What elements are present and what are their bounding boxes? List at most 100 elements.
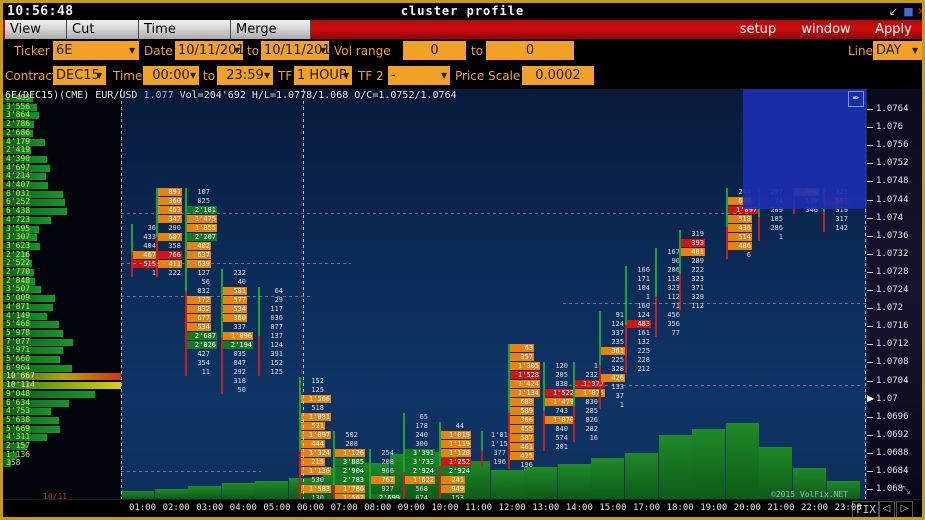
footprint-cell[interactable]: 2'924 bbox=[441, 467, 471, 475]
pencil-icon[interactable]: ✒ bbox=[848, 91, 864, 107]
footprint-cell[interactable]: 215 bbox=[301, 458, 325, 466]
dom-profile-row[interactable]: 2'157 bbox=[3, 442, 121, 450]
footprint-cell[interactable]: 481 bbox=[681, 248, 705, 256]
footprint-cell[interactable]: 185 bbox=[760, 215, 784, 223]
time-from-chevron-down-icon[interactable]: ▼ bbox=[190, 66, 196, 85]
footprint-cell[interactable]: 1'126 bbox=[335, 449, 365, 457]
footprint-cell[interactable]: 521 bbox=[301, 422, 325, 430]
footprint-cell[interactable]: 44 bbox=[441, 422, 465, 430]
footprint-cell[interactable]: 391 bbox=[260, 350, 284, 358]
menu-cut-breaks[interactable]: Cut Breaks bbox=[67, 20, 139, 56]
footprint-cell[interactable]: 286 bbox=[760, 224, 784, 232]
footprint-cell[interactable]: 949 bbox=[441, 485, 465, 493]
footprint-cell[interactable]: 587 bbox=[510, 434, 534, 442]
footprint-cell[interactable]: 1'583 bbox=[301, 485, 331, 493]
footprint-cell[interactable]: 319 bbox=[681, 230, 705, 238]
time-axis[interactable]: 10/11 ©2015 VolFix.NET FIX ◁ ▷ 01:00 02:0… bbox=[3, 490, 922, 517]
footprint-cell[interactable]: 1 bbox=[575, 362, 599, 370]
footprint-cell[interactable]: 172 bbox=[187, 296, 211, 304]
footprint-cell[interactable]: 11 bbox=[187, 368, 211, 376]
footprint-cell[interactable]: 433 bbox=[133, 233, 157, 241]
footprint-cell[interactable]: 2'783 bbox=[335, 476, 365, 484]
dom-profile-row[interactable]: 358 bbox=[3, 459, 121, 468]
dom-profile-row[interactable]: 4'871 bbox=[3, 302, 121, 311]
footprint-cell[interactable]: 3'391 bbox=[405, 449, 435, 457]
footprint-cell[interactable]: 502 bbox=[335, 431, 359, 439]
nav-prev-icon[interactable]: ◁ bbox=[878, 501, 895, 517]
footprint-cell[interactable]: 1'855 bbox=[187, 224, 217, 232]
footprint-cell[interactable]: 137 bbox=[260, 332, 284, 340]
footprint-cell[interactable]: 574 bbox=[545, 434, 569, 442]
footprint-cell[interactable]: 826 bbox=[575, 416, 599, 424]
footprint-cell[interactable]: 966 bbox=[371, 467, 395, 475]
footprint-cell[interactable]: 832 bbox=[187, 287, 211, 295]
date-to-input[interactable]: 10/11/2015 bbox=[261, 41, 329, 60]
maximize-icon[interactable]: ■ bbox=[902, 5, 915, 18]
footprint-cell[interactable]: 461 bbox=[510, 443, 534, 451]
footprint-cell[interactable]: 427 bbox=[187, 350, 211, 358]
footprint-cell[interactable]: 832 bbox=[187, 305, 211, 313]
tf2-chevron-down-icon[interactable]: ▼ bbox=[441, 66, 447, 85]
menu-view-dom[interactable]: View DOM bbox=[5, 20, 67, 56]
footprint-cell[interactable]: 360 bbox=[223, 314, 247, 322]
footprint-cell[interactable]: 289 bbox=[681, 257, 705, 265]
footprint-cell[interactable]: 16 bbox=[575, 434, 599, 442]
footprint-cell[interactable]: 035 bbox=[223, 350, 247, 358]
footprint-cell[interactable]: 743 bbox=[545, 407, 569, 415]
footprint-cell[interactable]: 337 bbox=[601, 329, 625, 337]
footprint-cell[interactable]: 1 bbox=[627, 293, 651, 301]
footprint-cell[interactable]: 292 bbox=[223, 368, 247, 376]
footprint-cell[interactable]: 425 bbox=[510, 452, 534, 460]
date-to-chevron-down-icon[interactable]: ▼ bbox=[320, 41, 326, 60]
footprint-cell[interactable]: 142 bbox=[825, 224, 849, 232]
footprint-cell[interactable]: 036 bbox=[260, 314, 284, 322]
footprint-cell[interactable]: 2'026 bbox=[187, 341, 217, 349]
footprint-cell[interactable]: 847 bbox=[223, 359, 247, 367]
dom-profile-row[interactable]: 3'623 bbox=[3, 241, 121, 250]
footprint-cell[interactable]: 167 bbox=[657, 248, 681, 256]
footprint-cell[interactable]: 285 bbox=[575, 407, 599, 415]
window-button[interactable]: window bbox=[793, 20, 859, 39]
footprint-cell[interactable]: 534 bbox=[223, 305, 247, 313]
footprint-cell[interactable]: 1'136 bbox=[301, 467, 331, 475]
vol-range-from-input[interactable]: 0 bbox=[403, 41, 466, 60]
dom-profile-row[interactable]: 9'048 bbox=[3, 389, 121, 398]
footprint-cell[interactable]: 104 bbox=[627, 284, 651, 292]
footprint-cell[interactable]: 1'070 bbox=[545, 416, 575, 424]
footprint-cell[interactable]: 830 bbox=[575, 398, 599, 406]
footprint-cell[interactable]: 323 bbox=[681, 275, 705, 283]
footprint-cell[interactable]: 530 bbox=[301, 476, 325, 484]
footprint-cell[interactable]: 37 bbox=[601, 392, 625, 400]
footprint-cell[interactable]: 1'324 bbox=[301, 449, 331, 457]
footprint-cell[interactable]: 1'128 bbox=[441, 449, 471, 457]
resize-grip-icon[interactable]: ⤡ bbox=[902, 485, 914, 497]
footprint-cell[interactable]: 444 bbox=[301, 440, 325, 448]
tf-chevron-down-icon[interactable]: ▼ bbox=[343, 66, 349, 85]
footprint-cell[interactable]: 1'119 bbox=[441, 440, 471, 448]
footprint-cell[interactable]: 36 bbox=[133, 224, 157, 232]
footprint-cell[interactable]: 077 bbox=[260, 323, 284, 331]
footprint-cell[interactable]: 607 bbox=[158, 233, 182, 241]
footprint-cell[interactable]: 1'786 bbox=[335, 485, 365, 493]
footprint-cell[interactable]: 568 bbox=[405, 485, 429, 493]
footprint-cell[interactable]: 132 bbox=[627, 338, 651, 346]
footprint-cell[interactable]: 201 bbox=[545, 443, 569, 451]
footprint-cell[interactable]: 290 bbox=[158, 224, 182, 232]
footprint-cell[interactable]: 124 bbox=[601, 320, 625, 328]
footprint-cell[interactable]: 196 bbox=[483, 458, 507, 466]
dom-volume-profile[interactable]: 2'495 3'556 3'864 2'786 2'686 4'179 2'419 4'390… bbox=[3, 89, 121, 499]
price-axis[interactable]: 1.0764 1.076 1.0756 1.0752 1.0748 1.0744 1.074… bbox=[866, 89, 922, 499]
footprint-cell[interactable]: 361 bbox=[601, 347, 625, 355]
footprint-cell[interactable]: 402 bbox=[187, 242, 211, 250]
footprint-cell[interactable]: 222 bbox=[158, 269, 182, 277]
footprint-cell[interactable]: 161 bbox=[627, 329, 651, 337]
footprint-cell[interactable]: 1'019 bbox=[441, 431, 471, 439]
footprint-cell[interactable]: 117 bbox=[260, 305, 284, 313]
price-scale-input[interactable]: 0.0002 bbox=[522, 66, 594, 85]
footprint-cell[interactable]: 2'904 bbox=[335, 467, 365, 475]
dom-profile-row[interactable]: 5'638 bbox=[3, 415, 121, 424]
footprint-cell[interactable]: 360 bbox=[158, 197, 182, 205]
footprint-cell[interactable]: 637 bbox=[187, 251, 211, 259]
footprint-cell[interactable]: 534 bbox=[187, 323, 211, 331]
footprint-cell[interactable]: 025 bbox=[187, 197, 211, 205]
